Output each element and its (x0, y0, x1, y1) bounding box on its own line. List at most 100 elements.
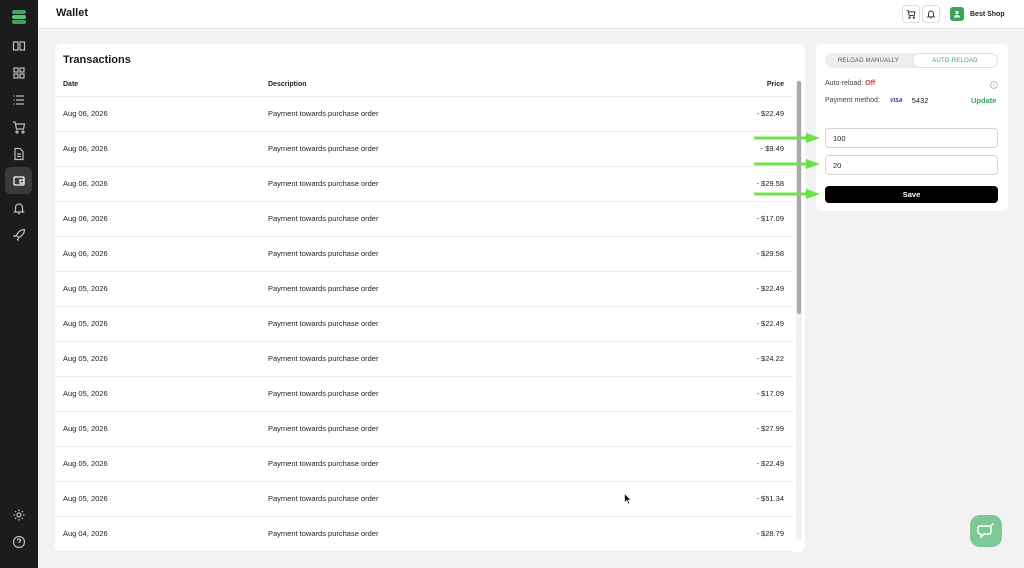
help-icon (12, 535, 25, 548)
list-icon (13, 94, 24, 105)
sidebar-item-orders[interactable] (5, 86, 32, 113)
table-row[interactable]: Aug 06, 2026 Payment towards purchase ord… (55, 97, 793, 132)
visa-icon: VISA (889, 97, 903, 104)
column-header-price: Price (766, 81, 784, 88)
transaction-date: Aug 05, 2026 (63, 424, 108, 433)
document-icon (13, 147, 24, 160)
table-header: Date Description Price (55, 80, 793, 97)
sidebar-item-documents[interactable] (5, 140, 32, 167)
column-header-description: Description (268, 81, 307, 88)
top-header: Wallet Best Shop (38, 0, 1024, 29)
sidebar-item-cart[interactable] (5, 113, 32, 140)
table-row[interactable]: Aug 06, 2026 Payment towards purchase ord… (55, 202, 793, 237)
transaction-date: Aug 06, 2026 (63, 249, 108, 258)
transaction-price: - $27.99 (756, 424, 784, 433)
table-row[interactable]: Aug 06, 2026 Payment towards purchase ord… (55, 132, 793, 167)
transaction-date: Aug 05, 2026 (63, 494, 108, 503)
table-row[interactable]: Aug 05, 2026 Payment towards purchase ord… (55, 412, 793, 447)
table-row[interactable]: Aug 06, 2026 Payment towards purchase ord… (55, 167, 793, 202)
table-row[interactable]: Aug 05, 2026 Payment towards purchase ord… (55, 307, 793, 342)
sidebar (0, 0, 38, 568)
sidebar-item-notifications[interactable] (5, 194, 32, 221)
auto-reload-status-value: Off (865, 80, 876, 87)
chat-icon (977, 523, 994, 539)
payment-method-row: Payment method: VISA 5432 (825, 96, 928, 105)
transaction-price: - $22.49 (756, 319, 784, 328)
shop-menu[interactable]: Best Shop (950, 5, 1005, 23)
transaction-price: - $9.49 (760, 144, 784, 153)
sidebar-item-settings[interactable] (5, 501, 32, 528)
transaction-date: Aug 04, 2026 (63, 529, 108, 538)
transaction-date: Aug 06, 2026 (63, 144, 108, 153)
transaction-price: - $29.58 (756, 249, 784, 258)
transaction-date: Aug 05, 2026 (63, 354, 108, 363)
notifications-button[interactable] (922, 5, 940, 23)
tab-auto-reload[interactable]: AUTO-RELOAD (912, 53, 998, 68)
table-row[interactable]: Aug 05, 2026 Payment towards purchase ord… (55, 482, 793, 517)
transaction-description: Payment towards purchase order (268, 214, 379, 223)
transaction-price: - $17.09 (756, 389, 784, 398)
transaction-price: - $28.79 (756, 529, 784, 538)
save-button[interactable]: Save (825, 186, 998, 203)
book-icon (12, 40, 25, 51)
table-row[interactable]: Aug 05, 2026 Payment towards purchase ord… (55, 272, 793, 307)
table-row[interactable]: Aug 06, 2026 Payment towards purchase ord… (55, 237, 793, 272)
transaction-date: Aug 06, 2026 (63, 214, 108, 223)
transaction-description: Payment towards purchase order (268, 354, 379, 363)
transaction-price: - $17.09 (756, 214, 784, 223)
rocket-icon (12, 228, 25, 241)
reload-amount-input[interactable] (825, 155, 998, 175)
transaction-description: Payment towards purchase order (268, 459, 379, 468)
transaction-date: Aug 06, 2026 (63, 109, 108, 118)
transactions-title: Transactions (63, 54, 131, 66)
card-last4: 5432 (911, 96, 929, 105)
transaction-date: Aug 05, 2026 (63, 319, 108, 328)
table-row[interactable]: Aug 05, 2026 Payment towards purchase ord… (55, 447, 793, 482)
arrow-icon (754, 189, 820, 199)
chat-support-button[interactable] (970, 515, 1002, 547)
transaction-price: - $51.34 (756, 494, 784, 503)
table-row[interactable]: Aug 05, 2026 Payment towards purchase ord… (55, 342, 793, 377)
gear-icon (13, 509, 24, 520)
update-payment-link[interactable]: Update (971, 96, 996, 105)
reload-panel: RELOAD MANUALLY AUTO-RELOAD Auto-reload:… (816, 44, 1008, 211)
transaction-date: Aug 05, 2026 (63, 389, 108, 398)
tab-reload-manually[interactable]: RELOAD MANUALLY (825, 53, 912, 68)
avatar (950, 7, 964, 21)
transaction-description: Payment towards purchase order (268, 424, 379, 433)
transaction-description: Payment towards purchase order (268, 529, 379, 538)
table-row[interactable]: Aug 05, 2026 Payment towards purchase ord… (55, 377, 793, 412)
transaction-price: - $22.49 (756, 284, 784, 293)
sidebar-item-launch[interactable] (5, 221, 32, 248)
mouse-cursor-icon (624, 493, 632, 505)
sidebar-item-wallet[interactable] (5, 167, 32, 194)
arrow-icon (754, 159, 820, 169)
arrow-icon (754, 133, 820, 143)
info-icon[interactable] (990, 81, 998, 89)
table-row[interactable]: Aug 04, 2026 Payment towards purchase ord… (55, 517, 793, 552)
auto-reload-status: Auto-reload: Off (825, 80, 875, 87)
bell-icon (12, 202, 25, 214)
payment-method-label: Payment method: (825, 97, 880, 104)
shop-name: Best Shop (970, 10, 1005, 18)
sidebar-item-catalog[interactable] (5, 32, 32, 59)
transaction-description: Payment towards purchase order (268, 494, 379, 503)
transactions-list: Aug 06, 2026 Payment towards purchase ord… (55, 97, 793, 552)
transactions-card: Transactions Date Description Price Aug … (55, 44, 805, 552)
transaction-description: Payment towards purchase order (268, 284, 379, 293)
cart-icon (906, 9, 916, 19)
app-logo-icon[interactable] (9, 7, 29, 27)
transaction-date: Aug 05, 2026 (63, 284, 108, 293)
transaction-description: Payment towards purchase order (268, 319, 379, 328)
auto-reload-label: Auto-reload: (825, 80, 864, 87)
cart-button[interactable] (902, 5, 920, 23)
reload-threshold-input[interactable] (825, 128, 998, 148)
column-header-date: Date (63, 81, 79, 88)
reload-mode-toggle: RELOAD MANUALLY AUTO-RELOAD (825, 53, 998, 68)
bell-icon (926, 10, 936, 19)
sidebar-item-dashboard[interactable] (5, 59, 32, 86)
transaction-date: Aug 05, 2026 (63, 459, 108, 468)
user-icon (954, 10, 960, 18)
wallet-icon (12, 175, 25, 186)
sidebar-item-help[interactable] (5, 528, 32, 555)
